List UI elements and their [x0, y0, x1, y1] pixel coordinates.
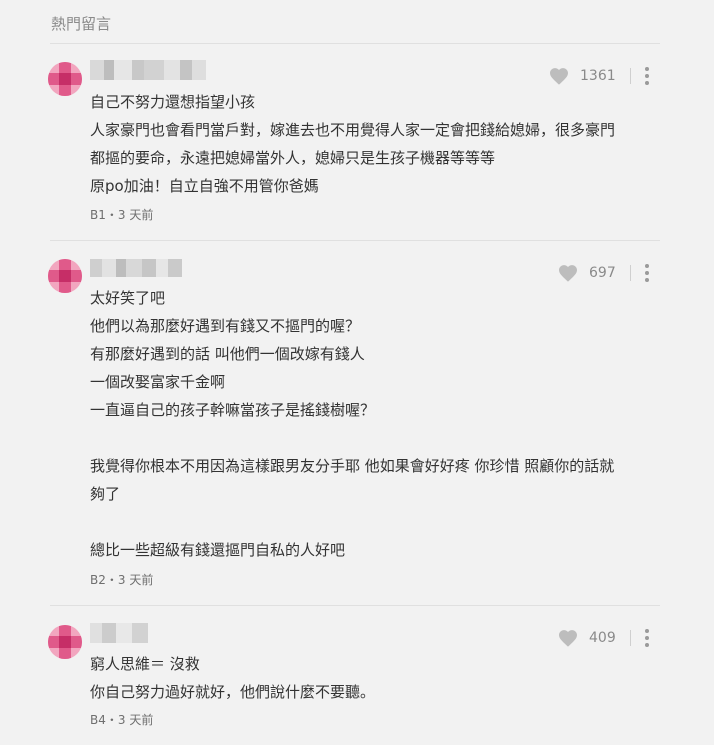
comment-line: 自己不努力還想指望小孩: [90, 93, 256, 111]
divider: [50, 605, 660, 606]
like-area: 1361: [549, 66, 631, 86]
comment-line: 夠了: [90, 485, 121, 503]
comment-line: 都摳的要命，永遠把媳婦當外人，媳婦只是生孩子機器等等等: [90, 149, 496, 167]
like-area: 697: [558, 263, 631, 283]
heart-icon[interactable]: [558, 264, 578, 282]
blurred-username: [90, 60, 206, 80]
comment-line: [90, 424, 614, 452]
like-count: 409: [589, 630, 616, 646]
more-options-icon[interactable]: [645, 629, 649, 647]
divider: [50, 43, 660, 44]
heart-icon[interactable]: [558, 629, 578, 647]
avatar[interactable]: [48, 62, 82, 96]
separator: [629, 630, 631, 646]
comment-line: 人家豪門也會看門當戶對，嫁進去也不用覺得人家一定會把錢給媳婦，很多豪門: [90, 121, 616, 139]
comment-line: 我覺得你根本不用因為這樣跟男友分手耶 他如果會好好疼 你珍惜 照顧你的話就: [90, 457, 615, 475]
avatar[interactable]: [48, 625, 82, 659]
comment-line: 他們以為那麼好遇到有錢又不摳門的喔？: [90, 317, 361, 335]
like-area: 409: [558, 628, 631, 648]
hot-comments-title: 熱門留言: [51, 15, 112, 33]
comment-body: 太好笑了吧 他們以為那麼好遇到有錢又不摳門的喔？ 有那麼好遇到的話 叫他們一個改…: [90, 284, 614, 564]
divider: [50, 240, 660, 241]
comment-line: 原po加油！自立自強不用管你爸媽: [90, 177, 319, 195]
comment-line: 你自己努力過好就好，他們說什麼不要聽。: [90, 683, 376, 701]
comment-line: 窮人思維＝ 沒救: [90, 655, 200, 673]
floor-time: B1・3 天前: [90, 208, 154, 222]
heart-icon[interactable]: [549, 67, 569, 85]
blurred-username: [90, 623, 148, 643]
like-count: 697: [589, 265, 616, 281]
blurred-username: [90, 259, 182, 277]
avatar[interactable]: [48, 259, 82, 293]
comment-body: 自己不努力還想指望小孩 人家豪門也會看門當戶對，嫁進去也不用覺得人家一定會把錢給…: [90, 88, 615, 200]
more-options-icon[interactable]: [645, 264, 649, 282]
comment-line: [90, 508, 614, 536]
floor-time: B2・3 天前: [90, 573, 154, 587]
comment-line: 一個改娶富家千金啊: [90, 373, 226, 391]
comment-body: 窮人思維＝ 沒救 你自己努力過好就好，他們說什麼不要聽。: [90, 650, 375, 706]
more-options-icon[interactable]: [645, 67, 649, 85]
floor-time: B4・3 天前: [90, 713, 154, 727]
separator: [629, 265, 631, 281]
like-count: 1361: [580, 68, 616, 84]
comment-line: 一直逼自己的孩子幹嘛當孩子是搖錢樹喔？: [90, 401, 376, 419]
comment-line: 太好笑了吧: [90, 289, 166, 307]
comment-line: 有那麼好遇到的話 叫他們一個改嫁有錢人: [90, 345, 365, 363]
separator: [629, 68, 631, 84]
comment-line: 總比一些超級有錢還摳門自私的人好吧: [90, 541, 346, 559]
